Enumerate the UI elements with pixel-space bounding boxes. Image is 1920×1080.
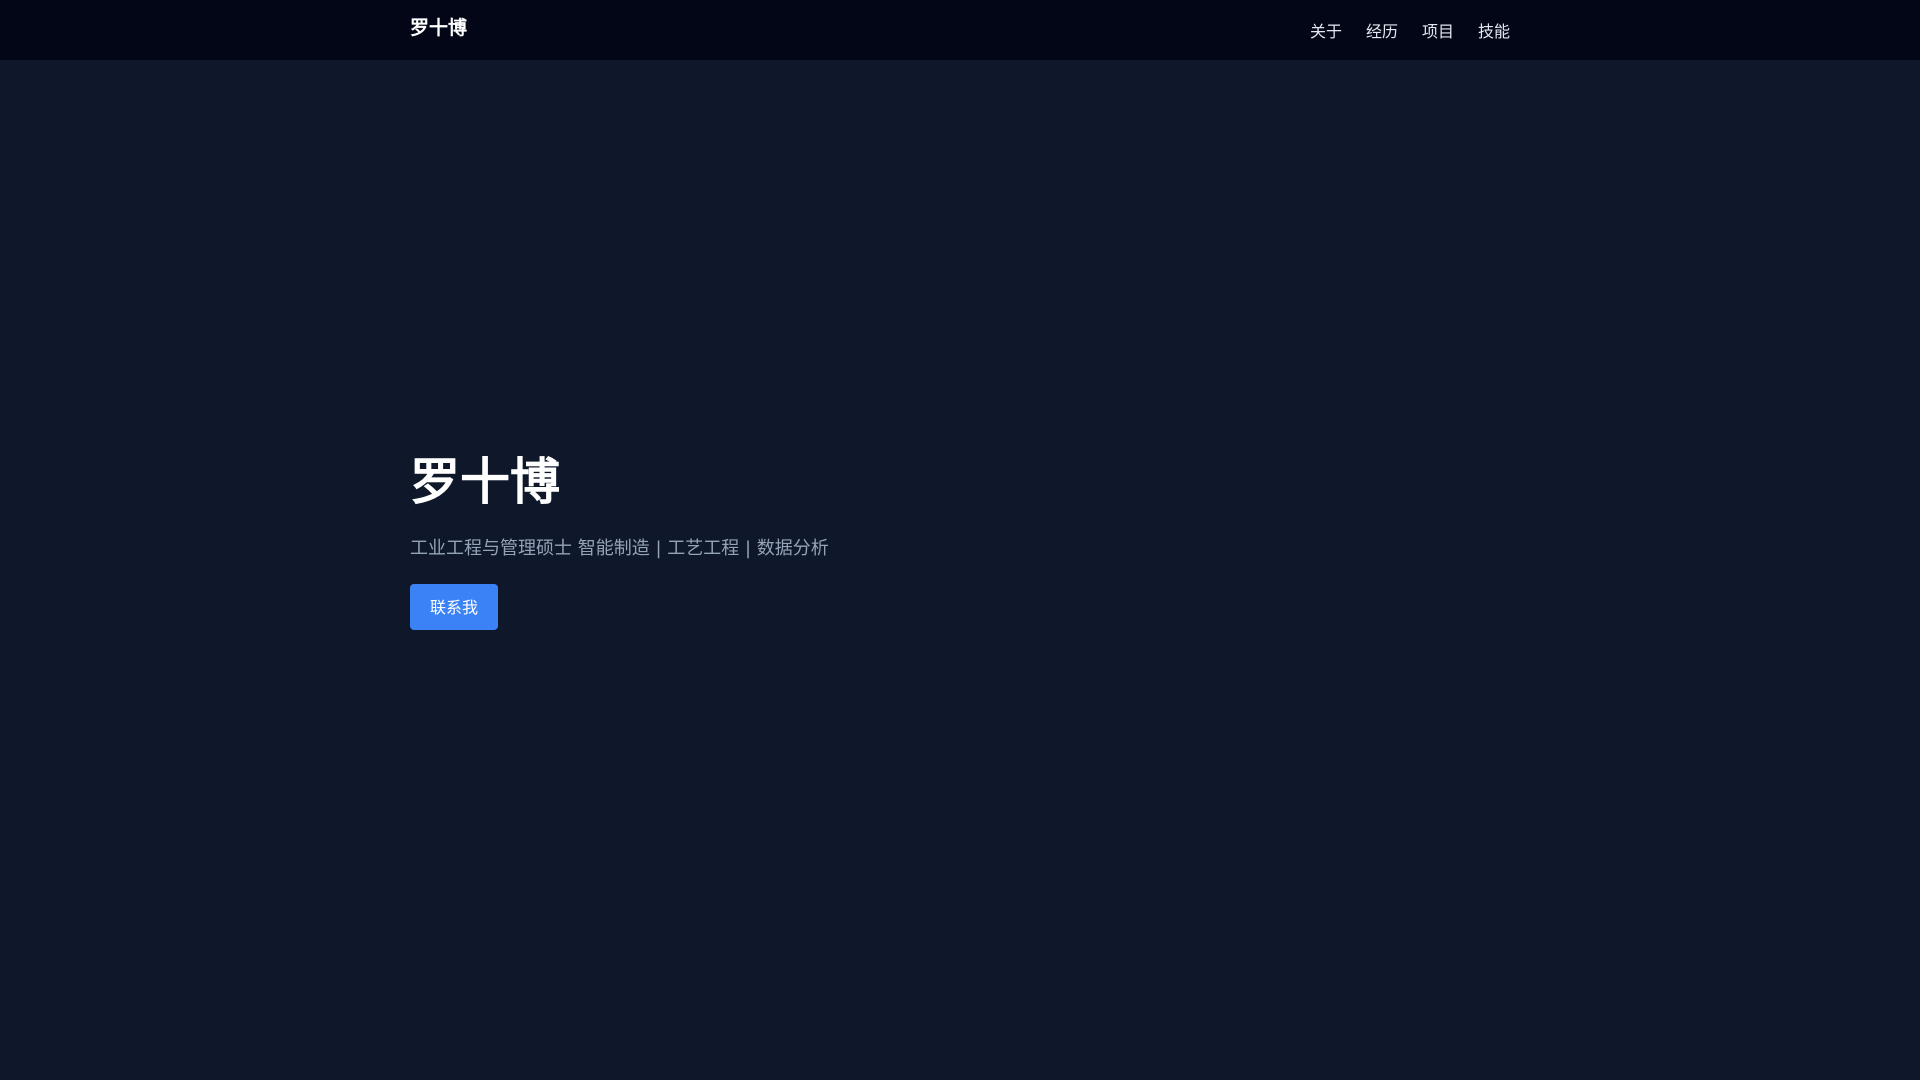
nav-item-projects: 项目 — [1422, 18, 1454, 42]
nav-links: 关于 经历 项目 技能 — [1310, 0, 1510, 60]
nav-item-experience: 经历 — [1366, 18, 1398, 42]
hero-section: 罗十博 工业工程与管理硕士 智能制造 | 工艺工程 | 数据分析 联系我 — [410, 440, 1510, 630]
navbar-container: 罗十博 关于 经历 项目 技能 — [410, 0, 1510, 60]
contact-button[interactable]: 联系我 — [410, 584, 498, 630]
brand-logo-link[interactable]: 罗十博 — [410, 0, 467, 56]
hero-title: 罗十博 — [410, 453, 560, 511]
nav-item-skills: 技能 — [1478, 18, 1510, 42]
nav-link-experience[interactable]: 经历 — [1366, 22, 1398, 41]
nav-item-about: 关于 — [1310, 18, 1342, 42]
top-navbar: 罗十博 关于 经历 项目 技能 — [0, 0, 1920, 60]
hero-subtitle: 工业工程与管理硕士 智能制造 | 工艺工程 | 数据分析 — [410, 538, 829, 559]
nav-link-projects[interactable]: 项目 — [1422, 22, 1454, 41]
nav-link-skills[interactable]: 技能 — [1478, 22, 1510, 41]
nav-link-about[interactable]: 关于 — [1310, 22, 1342, 41]
